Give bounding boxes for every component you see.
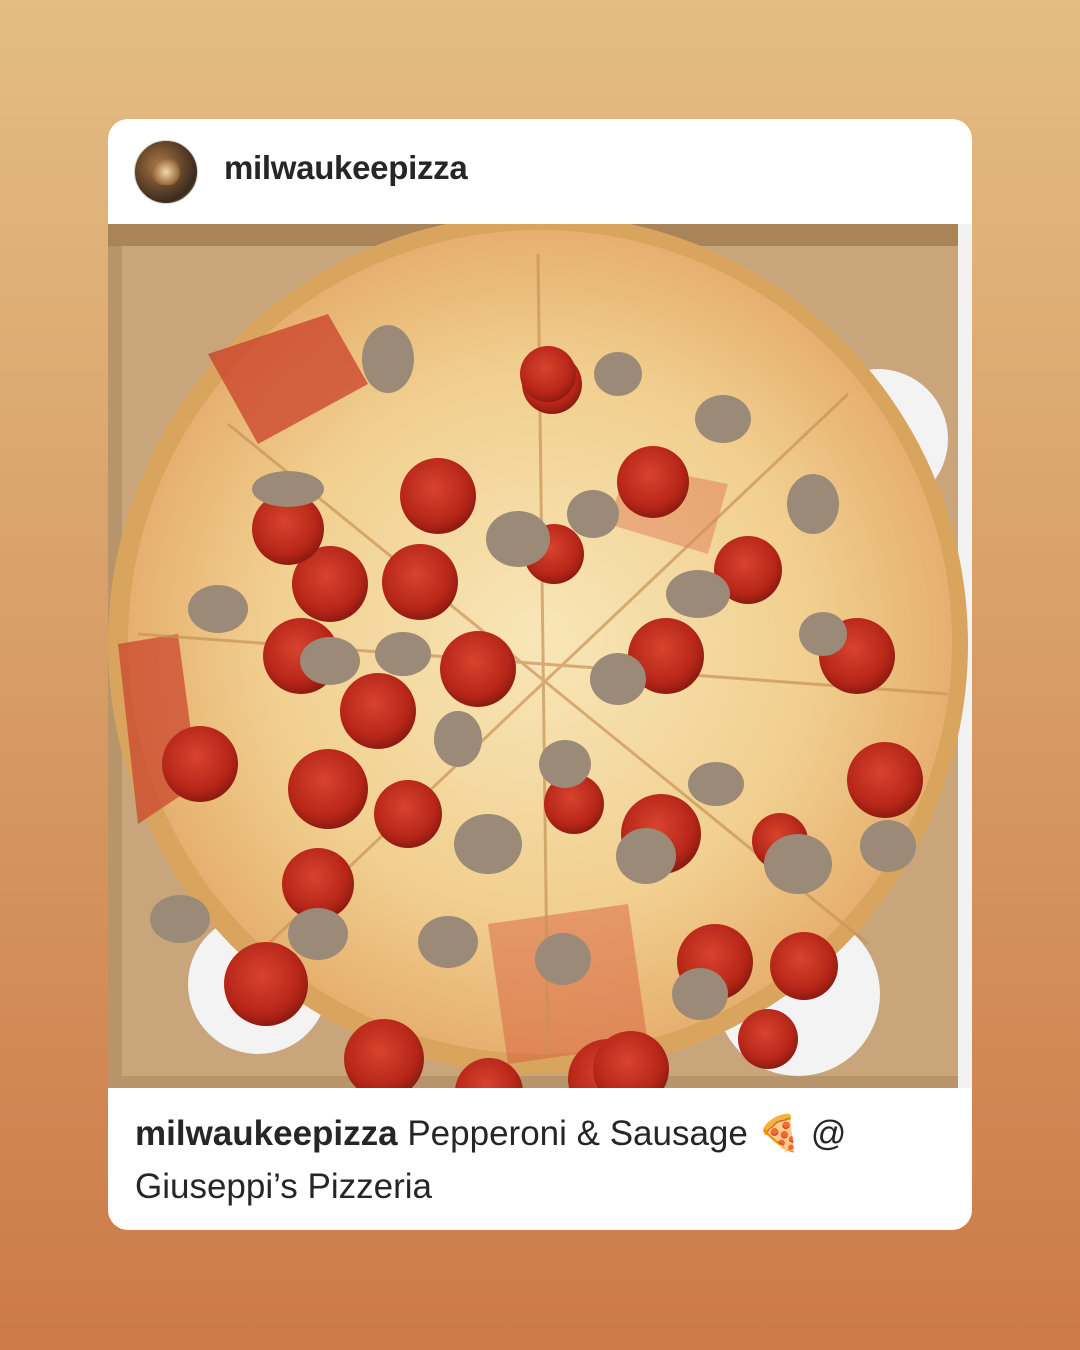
post-card: milwaukeepizza milwaukeepizza Pepperoni … xyxy=(108,119,972,1230)
profile-avatar[interactable] xyxy=(134,140,198,204)
post-photo[interactable] xyxy=(108,224,972,1088)
post-header: milwaukeepizza xyxy=(108,119,972,224)
post-username[interactable]: milwaukeepizza xyxy=(224,149,468,187)
post-caption: milwaukeepizza Pepperoni & Sausage 🍕 @ G… xyxy=(135,1107,935,1213)
caption-username[interactable]: milwaukeepizza xyxy=(135,1114,398,1153)
pizza-photo-illustration xyxy=(108,224,972,1088)
